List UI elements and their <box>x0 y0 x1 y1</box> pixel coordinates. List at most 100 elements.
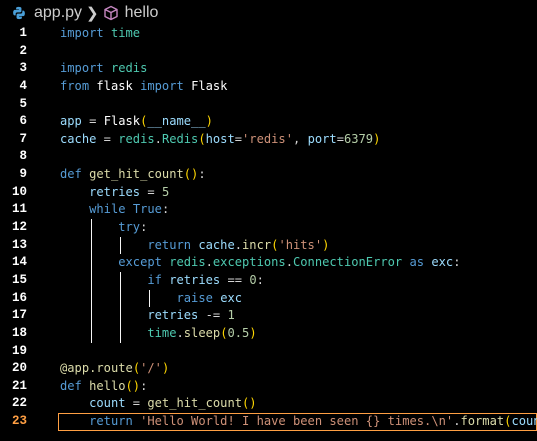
code-token: . <box>234 237 243 252</box>
code-token: import <box>140 78 184 93</box>
code-token: sleep <box>183 325 221 340</box>
python-icon <box>13 6 25 20</box>
breadcrumb-symbol[interactable]: hello <box>125 0 159 26</box>
code-token: get_hit_count <box>147 396 243 411</box>
code-line[interactable]: 15 if retries == 0: <box>0 271 537 290</box>
code-editor[interactable]: 1 import time 2 3 import redis 4 from flask im… <box>0 25 537 431</box>
code-token: 6379 <box>343 131 374 146</box>
line-number: 2 <box>19 43 27 58</box>
code-line[interactable]: 23 return 'Hello World! I have been seen… <box>0 413 537 431</box>
line-number: 11 <box>11 202 27 217</box>
code-token: -= <box>198 308 228 323</box>
code-token: ) <box>373 131 381 146</box>
code-token: import <box>60 61 104 76</box>
code-token: host <box>205 131 235 146</box>
line-number: 6 <box>19 114 27 129</box>
code-text: return 'Hello World! I have been seen {}… <box>60 413 537 431</box>
code-line[interactable]: 4 from flask import Flask <box>0 78 537 96</box>
code-line[interactable]: 22 count = get_hit_count() <box>0 395 537 413</box>
code-text: while True: <box>60 201 169 219</box>
code-token: : <box>140 378 148 393</box>
code-token: . <box>154 131 162 146</box>
code-token: = <box>234 131 243 146</box>
code-line[interactable]: 17 retries -= 1 <box>0 307 537 325</box>
code-line[interactable]: 2 <box>0 43 537 61</box>
code-line[interactable]: 12 try: <box>0 219 537 237</box>
code-text: def hello(): <box>60 378 147 396</box>
code-token: = <box>81 114 104 129</box>
code-line[interactable]: 3 import redis <box>0 60 537 78</box>
code-line[interactable]: 7 cache = redis.Redis(host='redis', port=… <box>0 131 537 149</box>
code-token: time <box>110 26 141 40</box>
code-line[interactable]: 13 return cache.incr('hits') <box>0 236 537 255</box>
line-number: 4 <box>19 78 27 93</box>
code-token: 0.5 <box>227 325 250 340</box>
code-token: ) <box>322 237 330 252</box>
code-text: from flask import Flask <box>60 78 227 96</box>
code-token: . <box>176 325 184 340</box>
code-token: 'hits' <box>278 237 323 252</box>
line-number: 13 <box>11 237 27 252</box>
code-line[interactable]: 14 except redis.exceptions.ConnectionErr… <box>0 254 537 272</box>
code-token: ) <box>161 361 170 376</box>
code-line[interactable]: 10 retries = 5 <box>0 184 537 202</box>
code-line[interactable]: 18 time.sleep(0.5) <box>0 324 537 343</box>
line-number: 9 <box>19 167 27 182</box>
code-line[interactable]: 8 <box>0 148 537 166</box>
cube-icon <box>103 5 118 21</box>
code-token: if <box>147 272 162 287</box>
line-number: 1 <box>19 26 27 40</box>
code-line[interactable]: 20 @app.route('/') <box>0 360 537 378</box>
code-token: : <box>198 167 206 182</box>
code-line[interactable]: 6 app = Flask(__name__) <box>0 113 537 131</box>
code-token: def <box>60 167 82 182</box>
code-token: 5 <box>161 184 170 199</box>
code-line[interactable]: 19 <box>0 343 537 361</box>
code-token: exceptions <box>212 255 286 270</box>
code-token: == <box>220 272 250 287</box>
code-token: 1 <box>227 308 235 323</box>
code-token: def <box>60 378 82 393</box>
code-token: 'redis' <box>242 131 293 146</box>
code-line[interactable]: 16 raise exc <box>0 289 537 308</box>
code-text: time.sleep(0.5) <box>60 325 256 343</box>
code-token: () <box>125 378 141 393</box>
code-text: try: <box>60 219 147 237</box>
line-number: 10 <box>11 184 27 199</box>
line-number: 21 <box>11 378 27 393</box>
code-token: get_hit_count <box>89 167 184 182</box>
code-token: '/' <box>140 361 162 376</box>
code-line[interactable]: 9 def get_hit_count(): <box>0 166 537 184</box>
code-line[interactable]: 11 while True: <box>0 201 537 219</box>
code-token: . <box>205 255 213 270</box>
code-token: () <box>183 167 199 182</box>
code-line[interactable]: 21 def hello(): <box>0 378 537 396</box>
breadcrumb-file[interactable]: app.py <box>34 0 82 26</box>
code-line[interactable]: 5 <box>0 96 537 114</box>
line-number: 15 <box>11 272 27 287</box>
line-number: 3 <box>19 61 27 76</box>
code-token: , <box>293 131 308 146</box>
code-token: format <box>460 414 505 429</box>
code-token: = <box>140 184 162 199</box>
code-token: 'Hello World! I have been seen {} times.… <box>140 414 454 429</box>
line-number: 20 <box>11 361 27 376</box>
code-token: = <box>96 131 119 146</box>
code-token: cache <box>198 237 235 252</box>
code-line[interactable]: 1 import time <box>0 25 537 43</box>
code-token: 0 <box>249 272 257 287</box>
code-text: app = Flask(__name__) <box>60 113 213 131</box>
code-token: ConnectionError <box>293 255 403 270</box>
